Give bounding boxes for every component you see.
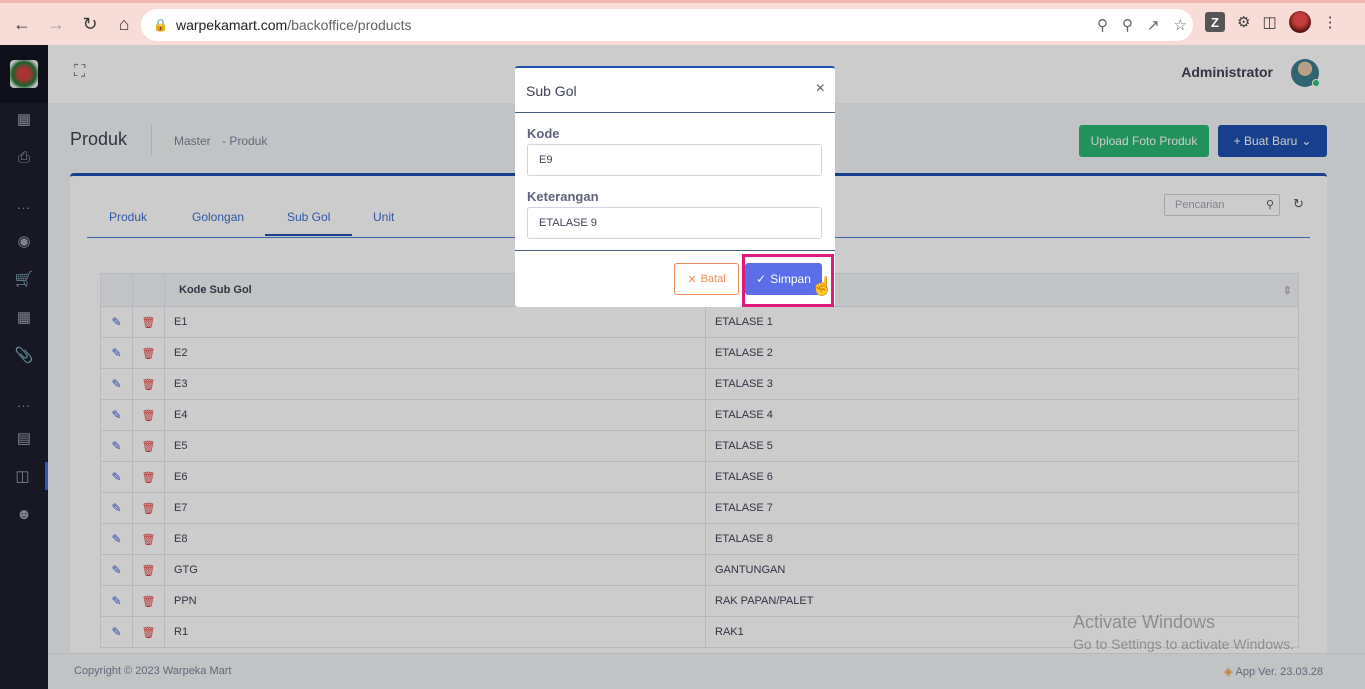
- lock-icon: 🔒: [153, 18, 168, 32]
- profile-avatar[interactable]: [1288, 11, 1311, 33]
- sidepanel-icon[interactable]: ◫: [1262, 13, 1276, 31]
- forward-icon[interactable]: →: [40, 8, 72, 40]
- modal-footer-divider: [515, 250, 835, 251]
- share-icon[interactable]: ↗: [1147, 16, 1160, 34]
- url-host: warpekamart.com: [175, 17, 288, 33]
- windows-activation-title: Activate Windows: [1073, 612, 1216, 632]
- zotero-extension-icon[interactable]: Z: [1205, 12, 1225, 32]
- modal-header-divider: [515, 112, 835, 113]
- extension-icon[interactable]: ⚙: [1237, 13, 1250, 31]
- back-icon[interactable]: ←: [6, 8, 38, 40]
- keterangan-field[interactable]: ETALASE 9: [527, 207, 822, 239]
- close-icon: ✕: [687, 273, 697, 286]
- browser-toolbar: ← → ↻ ⌂ 🔒 warpekamart.com/backoffice/pro…: [0, 0, 1365, 45]
- address-bar[interactable]: 🔒 warpekamart.com/backoffice/products ⚲ …: [141, 9, 1193, 41]
- cancel-button[interactable]: ✕ Batal: [674, 263, 739, 295]
- cancel-label: Batal: [700, 273, 726, 285]
- reload-icon[interactable]: ↻: [74, 8, 106, 40]
- modal-title: Sub Gol: [526, 83, 577, 99]
- windows-activation-subtitle: Go to Settings to activate Windows.: [1073, 636, 1294, 652]
- menu-icon[interactable]: ⋮: [1323, 13, 1338, 31]
- kode-label: Kode: [527, 126, 560, 141]
- home-icon[interactable]: ⌂: [108, 8, 140, 40]
- cursor-icon: ☝: [811, 276, 834, 296]
- close-icon[interactable]: ×: [816, 80, 825, 98]
- key-icon[interactable]: ⚲: [1097, 16, 1108, 34]
- keterangan-label: Keterangan: [527, 189, 599, 204]
- star-icon[interactable]: ☆: [1174, 16, 1187, 34]
- kode-field[interactable]: E9: [527, 144, 822, 176]
- zoom-icon[interactable]: ⚲: [1122, 16, 1133, 34]
- url-path: /backoffice/products: [287, 17, 412, 33]
